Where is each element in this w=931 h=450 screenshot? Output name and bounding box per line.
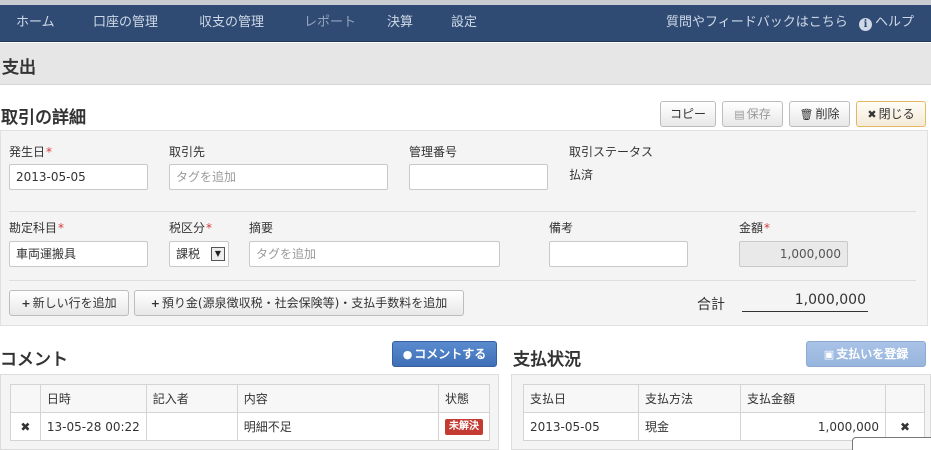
status-value: 払済 xyxy=(569,168,594,182)
column-header[interactable]: 日時 xyxy=(39,384,147,413)
amount-label: 金額* xyxy=(739,221,771,235)
chevron-down-icon: ▼ xyxy=(211,247,225,261)
info-icon: i xyxy=(859,18,872,31)
page-title: 支出 xyxy=(2,58,36,78)
comment-author xyxy=(145,412,238,441)
table-row: ✖ 13-05-28 00:22 明細不足 未解決 xyxy=(10,412,490,441)
save-button-label: 保存 xyxy=(746,107,771,121)
status-badge: 未解決 xyxy=(445,419,483,435)
payments-table: 支払日 支払方法 支払金額 2013-05-05 現金 1,000,000 ✖ xyxy=(523,384,925,441)
total-label: 合計 xyxy=(697,297,725,313)
column-header[interactable]: 記入者 xyxy=(145,384,238,413)
partner-label: 取引先 xyxy=(169,145,206,159)
save-icon: ▤ xyxy=(734,108,745,121)
comment-button-label: コメントする xyxy=(414,347,487,361)
close-icon: ✖ xyxy=(867,108,877,121)
status-label: 取引ステータス xyxy=(569,145,654,159)
comments-title: コメント xyxy=(0,350,68,370)
column-header[interactable]: 内容 xyxy=(236,384,440,413)
delete-button[interactable]: 🗑 削除 xyxy=(789,101,850,127)
nav-closing[interactable]: 決算 xyxy=(387,5,413,42)
tax-select[interactable]: 課税 ▼ xyxy=(169,241,229,267)
column-header xyxy=(10,384,41,413)
register-payment-label: 支払いを登録 xyxy=(836,347,909,361)
total-underline xyxy=(742,311,868,312)
partner-tag-input[interactable]: タグを追加 xyxy=(169,164,388,190)
total-value: 1,000,000 xyxy=(794,292,866,308)
column-header[interactable]: 支払日 xyxy=(523,384,639,413)
column-header[interactable]: 支払金額 xyxy=(740,384,886,413)
comments-table-wrap: 日時 記入者 内容 状態 ✖ 13-05-28 00:22 明細不足 未解決 xyxy=(0,374,499,450)
payment-method: 現金 xyxy=(638,412,741,441)
summary-tag-input[interactable]: タグを追加 xyxy=(249,241,500,267)
speech-bubble-icon: ● xyxy=(402,348,413,361)
table-header-row: 支払日 支払方法 支払金額 xyxy=(523,384,925,413)
nav-income-expense[interactable]: 収支の管理 xyxy=(199,5,264,42)
page-header: 支出 xyxy=(0,43,931,85)
column-header[interactable]: 支払方法 xyxy=(638,384,741,413)
column-header[interactable]: 状態 xyxy=(438,384,490,413)
save-button[interactable]: ▤ 保存 xyxy=(722,101,783,127)
tax-select-value: 課税 xyxy=(176,247,201,261)
payment-date: 2013-05-05 xyxy=(523,412,639,441)
nav-feedback-link[interactable]: 質問やフィードバックはこちら xyxy=(666,5,848,42)
payments-title: 支払状況 xyxy=(513,350,581,370)
nav-home[interactable]: ホーム xyxy=(16,5,55,42)
nav-reports[interactable]: レポート xyxy=(304,5,356,42)
delete-comment-icon[interactable]: ✖ xyxy=(10,412,41,441)
comments-table: 日時 記入者 内容 状態 ✖ 13-05-28 00:22 明細不足 未解決 xyxy=(10,384,490,441)
close-button-label: 閉じる xyxy=(878,107,915,121)
panel-divider xyxy=(9,211,916,212)
nav-help-label: ヘルプ xyxy=(875,15,915,30)
copy-button[interactable]: コピー xyxy=(660,101,716,127)
comment-content: 明細不足 xyxy=(236,412,440,441)
tax-label: 税区分* xyxy=(169,221,213,235)
plus-icon: + xyxy=(150,297,160,310)
summary-label: 摘要 xyxy=(249,221,274,235)
mgmt-number-label: 管理番号 xyxy=(409,145,458,159)
amount-field: 1,000,000 xyxy=(739,241,848,267)
overlay-panel-edge xyxy=(852,437,931,450)
register-payment-button[interactable]: ▣ 支払いを登録 xyxy=(806,341,926,367)
nav-accounts[interactable]: 口座の管理 xyxy=(93,5,158,42)
nav-settings[interactable]: 設定 xyxy=(451,5,477,42)
nav-help[interactable]: i ヘルプ xyxy=(859,5,914,42)
add-row-label: 新しい行を追加 xyxy=(32,296,117,310)
comment-button[interactable]: ● コメントする xyxy=(392,341,497,367)
close-button[interactable]: ✖ 閉じる xyxy=(856,101,926,127)
add-withholding-button[interactable]: + 預り金(源泉徴収税・社会保険等)・支払手数料を追加 xyxy=(134,290,464,316)
date-label: 発生日* xyxy=(9,145,53,159)
account-field[interactable]: 車両運搬具 xyxy=(9,241,148,267)
table-header-row: 日時 記入者 内容 状態 xyxy=(10,384,490,413)
column-header xyxy=(885,384,925,413)
panel-divider-2 xyxy=(9,280,916,281)
delete-button-label: 削除 xyxy=(815,107,840,121)
plus-icon: + xyxy=(21,297,31,310)
note-label: 備考 xyxy=(549,221,574,235)
add-withholding-label: 預り金(源泉徴収税・社会保険等)・支払手数料を追加 xyxy=(161,296,448,310)
note-field[interactable] xyxy=(549,241,688,267)
add-row-button[interactable]: + 新しい行を追加 xyxy=(9,290,129,316)
camera-icon: ▣ xyxy=(823,348,835,361)
mgmt-number-field[interactable] xyxy=(409,164,548,190)
account-label: 勘定科目* xyxy=(9,221,65,235)
comment-status: 未解決 xyxy=(438,412,490,441)
comment-datetime: 13-05-28 00:22 xyxy=(39,412,147,441)
comment-author-name xyxy=(152,418,231,432)
details-title: 取引の詳細 xyxy=(1,108,86,128)
top-navbar: ホーム 口座の管理 収支の管理 レポート 決算 設定 質問やフィードバックはこち… xyxy=(0,5,931,42)
trash-icon: 🗑 xyxy=(799,108,814,121)
date-field[interactable]: 2013-05-05 xyxy=(9,164,148,190)
